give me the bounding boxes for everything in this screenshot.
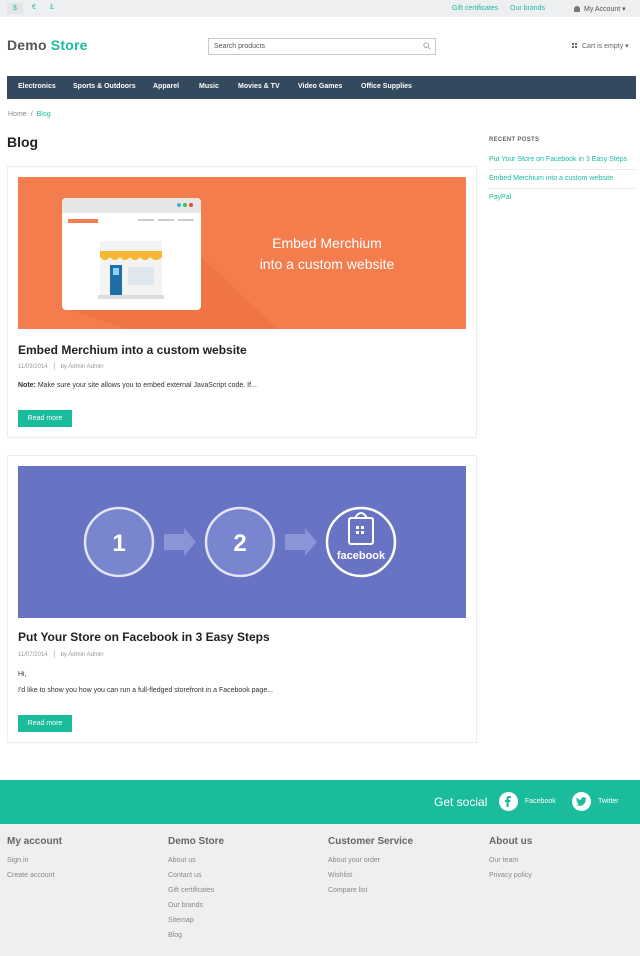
- blog-post: 1 2 facebook Put Your Store on Facebook …: [7, 455, 477, 743]
- post-image-caption-line1: Embed Merchium: [272, 235, 382, 251]
- step-2-number: 2: [233, 530, 246, 557]
- footer-link[interactable]: Gift certificates: [168, 887, 224, 894]
- page-title: Blog: [7, 134, 39, 150]
- blog-post: Embed Merchium into a custom website Emb…: [7, 166, 477, 438]
- post-excerpt-greeting: Hi,: [18, 671, 27, 678]
- footer-column-customer-service: Customer Service About your order Wishli…: [328, 836, 413, 902]
- currency-usd[interactable]: $: [7, 3, 23, 14]
- recent-post-link[interactable]: Put Your Store on Facebook in 3 Easy Ste…: [489, 151, 636, 170]
- sidebar-title: Recent posts: [489, 137, 540, 143]
- footer-link[interactable]: Our brands: [168, 902, 224, 909]
- get-social-heading: Get social: [434, 795, 488, 809]
- our-brands-link[interactable]: Our brands: [510, 5, 545, 12]
- post-date: 11/07/2014: [18, 652, 48, 658]
- post-author: by Admin Admin: [60, 364, 104, 370]
- footer-column-about-us: About us Our team Privacy policy: [489, 836, 532, 887]
- footer-column-my-account: My account Sign in Create account: [7, 836, 62, 887]
- breadcrumb: Home / Blog: [8, 111, 51, 118]
- currency-eur[interactable]: €: [32, 4, 36, 11]
- post-date: 11/09/2014: [18, 364, 48, 370]
- recent-posts-sidebar: Recent posts Put Your Store on Facebook …: [489, 137, 636, 207]
- user-icon: [574, 6, 580, 12]
- logo-main: Demo: [7, 37, 47, 53]
- nav-video-games[interactable]: Video Games: [298, 83, 342, 90]
- post-author: by Admin Admin: [60, 652, 104, 658]
- nav-music[interactable]: Music: [199, 83, 219, 90]
- footer-heading: About us: [489, 836, 533, 847]
- footer: My account Sign in Create account Demo S…: [0, 824, 640, 956]
- step-3-label: facebook: [337, 550, 386, 562]
- recent-post-link[interactable]: PayPal: [489, 189, 636, 207]
- recent-post-link[interactable]: Embed Merchium into a custom website: [489, 170, 636, 189]
- footer-heading: Customer Service: [328, 836, 414, 847]
- footer-link[interactable]: Wishlist: [328, 872, 413, 879]
- gift-certificates-link[interactable]: Gift certificates: [452, 5, 498, 12]
- footer-link[interactable]: Blog: [168, 932, 224, 939]
- breadcrumb-home[interactable]: Home: [8, 111, 27, 118]
- search-input[interactable]: Search products: [208, 38, 436, 55]
- post-excerpt: I'd like to show you how you can run a f…: [18, 687, 274, 694]
- cart-label: Cart is empty ▾: [582, 43, 629, 50]
- breadcrumb-current[interactable]: Blog: [37, 111, 51, 118]
- nav-movies-tv[interactable]: Movies & TV: [238, 83, 280, 90]
- post-excerpt: Note: Make sure your site allows you to …: [18, 382, 257, 389]
- search-icon[interactable]: [423, 42, 431, 50]
- currency-gbp[interactable]: £: [50, 4, 54, 11]
- post-image-caption: Embed Merchium into a custom website: [218, 233, 436, 275]
- facebook-link[interactable]: Facebook: [525, 798, 556, 805]
- post-meta: 11/09/2014 by Admin Admin: [18, 362, 104, 370]
- nav-office-supplies[interactable]: Office Supplies: [361, 83, 412, 90]
- nav-electronics[interactable]: Electronics: [18, 83, 56, 90]
- footer-link[interactable]: Create account: [7, 872, 62, 879]
- facebook-steps-illustration: 1 2 facebook: [83, 506, 397, 578]
- meta-divider: [53, 362, 55, 370]
- footer-link[interactable]: Privacy policy: [489, 872, 532, 879]
- search-placeholder: Search products: [214, 43, 265, 50]
- my-account-label: My Account ▾: [584, 6, 626, 13]
- post-title[interactable]: Put Your Store on Facebook in 3 Easy Ste…: [18, 630, 270, 644]
- footer-link[interactable]: Sitemap: [168, 917, 224, 924]
- footer-link[interactable]: About us: [168, 857, 224, 864]
- post-image[interactable]: 1 2 facebook: [18, 466, 466, 618]
- read-more-button[interactable]: Read more: [18, 410, 72, 427]
- footer-column-demo-store: Demo Store About us Contact us Gift cert…: [168, 836, 224, 947]
- step-1-number: 1: [112, 530, 125, 557]
- twitter-link[interactable]: Twitter: [598, 798, 619, 805]
- footer-link[interactable]: Contact us: [168, 872, 224, 879]
- breadcrumb-separator: /: [30, 111, 33, 118]
- main-nav: Electronics Sports & Outdoors Apparel Mu…: [7, 76, 636, 99]
- nav-apparel[interactable]: Apparel: [153, 83, 179, 90]
- footer-link[interactable]: Compare list: [328, 887, 413, 894]
- logo-accent: Store: [50, 37, 88, 53]
- post-meta: 11/07/2014 by Admin Admin: [18, 650, 104, 658]
- post-image-caption-line2: into a custom website: [259, 256, 395, 272]
- social-bar: Get social Facebook Twitter: [0, 780, 640, 824]
- post-image[interactable]: Embed Merchium into a custom website: [18, 177, 466, 329]
- top-bar: $ € £ Gift certificates Our brands My Ac…: [0, 0, 640, 17]
- footer-heading: Demo Store: [168, 836, 225, 847]
- post-title[interactable]: Embed Merchium into a custom website: [18, 343, 247, 357]
- footer-link[interactable]: Our team: [489, 857, 532, 864]
- my-account-menu[interactable]: My Account ▾: [574, 5, 626, 13]
- read-more-button[interactable]: Read more: [18, 715, 72, 732]
- cart-menu[interactable]: Cart is empty ▾: [572, 42, 629, 50]
- footer-heading: My account: [7, 836, 63, 847]
- post-excerpt-note: Note:: [18, 382, 36, 389]
- nav-sports-outdoors[interactable]: Sports & Outdoors: [73, 83, 136, 90]
- meta-divider: [53, 650, 55, 658]
- footer-link[interactable]: About your order: [328, 857, 413, 864]
- twitter-icon[interactable]: [572, 792, 591, 811]
- footer-link[interactable]: Sign in: [7, 857, 62, 864]
- cart-icon: [572, 43, 577, 48]
- post-excerpt-text: Make sure your site allows you to embed …: [35, 382, 257, 389]
- facebook-icon[interactable]: [499, 792, 518, 811]
- store-logo[interactable]: Demo Store: [7, 37, 88, 53]
